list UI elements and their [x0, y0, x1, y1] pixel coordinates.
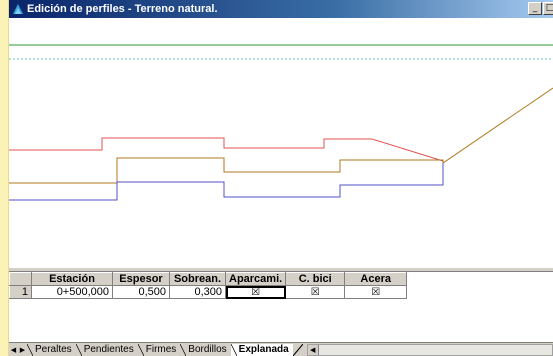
- cell-estacion[interactable]: 0+500,000: [31, 285, 113, 299]
- header-aparcami[interactable]: Aparcami.: [224, 272, 287, 286]
- data-grid[interactable]: Estación Espesor Sobrean. Aparcami. C. b…: [9, 272, 553, 342]
- cell-espesor[interactable]: 0,500: [112, 285, 170, 299]
- tab-firmes[interactable]: Firmes: [137, 343, 181, 356]
- tab-explanada[interactable]: Explanada: [230, 343, 293, 356]
- tab-peraltes[interactable]: Peraltes: [27, 343, 76, 356]
- app-icon: [13, 4, 23, 14]
- checkbox-aparcami[interactable]: ☒: [224, 285, 287, 299]
- header-c-bici[interactable]: C. bici: [285, 272, 346, 286]
- table-row[interactable]: 1 0+500,000 0,500 0,300 ☒ ☒ ☒: [9, 285, 408, 299]
- checkbox-c-bici[interactable]: ☒: [285, 285, 346, 299]
- minimize-button[interactable]: _: [528, 2, 542, 15]
- horizontal-scrollbar[interactable]: ◀: [306, 343, 553, 356]
- scroll-left-icon[interactable]: ◀: [307, 344, 319, 355]
- sheet-tab-bar: ◀ ▶ Peraltes Pendientes Firmes Bordillos…: [9, 342, 553, 356]
- tab-end-divider: [292, 343, 303, 356]
- tab-scroll-right-icon[interactable]: ▶: [18, 344, 27, 356]
- header-estacion[interactable]: Estación: [31, 272, 113, 286]
- header-acera[interactable]: Acera: [344, 272, 408, 286]
- grid-corner[interactable]: [9, 272, 32, 286]
- header-sobrean[interactable]: Sobrean.: [169, 272, 226, 286]
- checkbox-acera[interactable]: ☒: [344, 285, 408, 299]
- grid-table: Estación Espesor Sobrean. Aparcami. C. b…: [9, 272, 408, 299]
- profile-canvas[interactable]: [9, 18, 553, 267]
- tab-scroll-left-icon[interactable]: ◀: [9, 344, 18, 356]
- grid-header-row: Estación Espesor Sobrean. Aparcami. C. b…: [9, 272, 408, 286]
- maximize-button[interactable]: □: [543, 2, 553, 15]
- blue-profile-line: [9, 163, 444, 201]
- tab-pendientes[interactable]: Pendientes: [75, 343, 138, 356]
- brown-profile-line: [9, 87, 553, 184]
- window-title: Edición de perfiles - Terreno natural.: [27, 3, 218, 15]
- tab-bordillos[interactable]: Bordillos: [180, 343, 231, 356]
- cell-sobrean[interactable]: 0,300: [169, 285, 226, 299]
- row-number[interactable]: 1: [9, 285, 32, 299]
- header-espesor[interactable]: Espesor: [112, 272, 170, 286]
- title-bar[interactable]: Edición de perfiles - Terreno natural. _…: [9, 0, 553, 18]
- profile-drawing: [9, 44, 553, 201]
- red-profile-line: [9, 137, 444, 162]
